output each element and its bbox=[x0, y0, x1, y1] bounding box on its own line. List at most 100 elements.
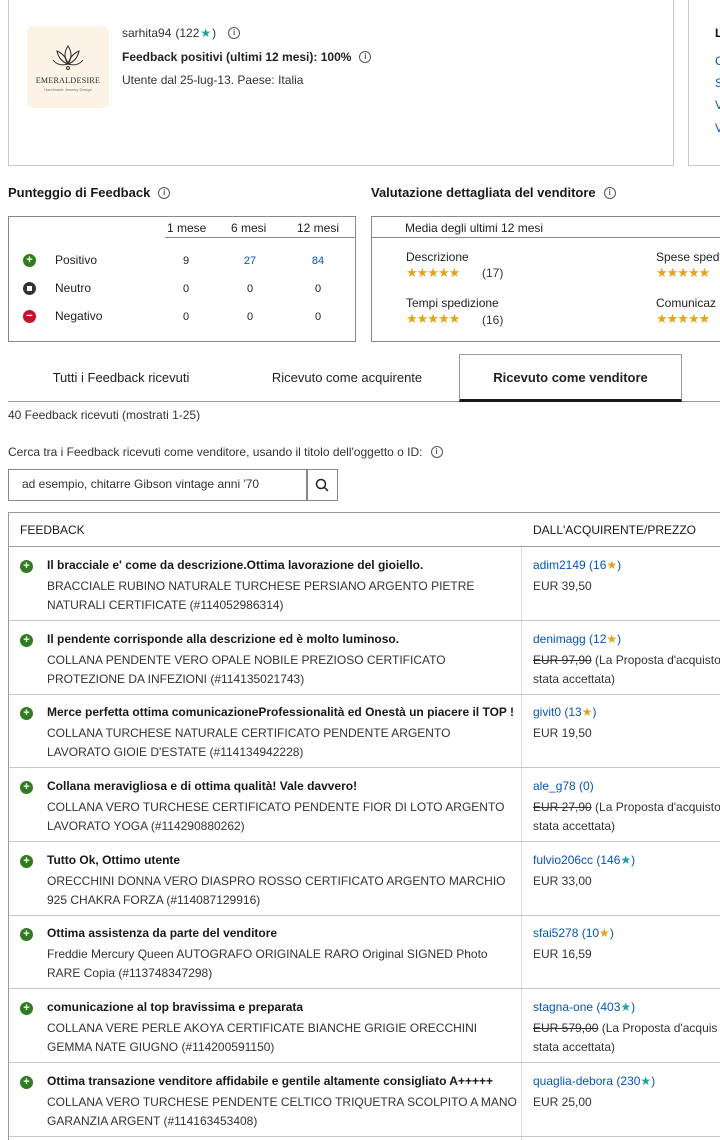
logo-brand: EMERALDESIRE bbox=[35, 76, 101, 85]
right-side-card: L C S V V bbox=[688, 0, 720, 166]
rating-label-communication: Comunicaz bbox=[656, 296, 717, 310]
ratings-period-header: Media degli ultimi 12 mesi bbox=[405, 221, 544, 235]
buyer-name[interactable]: quaglia-debora (230★) bbox=[533, 1074, 655, 1088]
buyer-name[interactable]: givit0 (13★) bbox=[533, 705, 596, 719]
item-title[interactable]: COLLANA VERO TURCHESE CERTIFICATO PENDEN… bbox=[47, 798, 517, 836]
item-title[interactable]: ORECCHINI DONNA VERO DIASPRO ROSSO CERTI… bbox=[47, 872, 517, 910]
rating-star-icon: ★ bbox=[640, 1074, 652, 1088]
rating-star-icon: ★ bbox=[606, 558, 618, 572]
seller-name-line: sarhita94 (122 ★) i bbox=[122, 26, 241, 40]
neutral-label: Neutro bbox=[55, 281, 92, 295]
rating-star-icon: ★ bbox=[620, 1000, 632, 1014]
positive-icon: + bbox=[20, 560, 33, 573]
search-icon bbox=[315, 478, 329, 492]
buyer-name[interactable]: fulvio206cc (146★) bbox=[533, 853, 635, 867]
seller-name[interactable]: sarhita94 bbox=[122, 26, 171, 40]
info-icon[interactable]: i bbox=[603, 186, 616, 199]
info-icon[interactable]: i bbox=[430, 446, 443, 458]
lotus-icon bbox=[52, 45, 84, 70]
five-stars-icon: ★★★★★ bbox=[656, 311, 710, 326]
positive-label: Positivo bbox=[55, 253, 98, 267]
tab-as-seller[interactable]: Ricevuto come venditore bbox=[459, 354, 682, 402]
negative-icon: − bbox=[23, 310, 36, 323]
column-header-12-months: 12 mesi bbox=[297, 221, 340, 235]
detailed-ratings-table: Media degli ultimi 12 mesi Descrizione ★… bbox=[371, 216, 720, 342]
price-cell: EUR 39,50 bbox=[533, 577, 720, 596]
tab-all-feedback[interactable]: Tutti i Feedback ricevuti bbox=[8, 354, 234, 400]
item-price: EUR 25,00 bbox=[533, 1095, 592, 1109]
item-title[interactable]: BRACCIALE RUBINO NATURALE TURCHESE PERSI… bbox=[47, 577, 517, 615]
right-card-link[interactable]: V bbox=[715, 121, 720, 135]
list-header: FEEDBACK DALL'ACQUIRENTE/PREZZO bbox=[9, 513, 720, 547]
original-price: EUR 579,00 bbox=[533, 1021, 599, 1035]
positive-1-month: 9 bbox=[182, 255, 190, 267]
tab-as-buyer[interactable]: Ricevuto come acquirente bbox=[234, 354, 460, 400]
info-icon[interactable]: i bbox=[158, 186, 171, 199]
rating-label-shipping-time: Tempi spedizione bbox=[406, 296, 499, 310]
price-cell: EUR 25,00 bbox=[533, 1093, 720, 1112]
feedback-row: + Merce perfetta ottima comunicazioneProf… bbox=[9, 694, 720, 768]
price-cell: EUR 579,00 (La Proposta d'acquis stata ac… bbox=[533, 1019, 720, 1057]
info-icon[interactable]: i bbox=[228, 27, 241, 39]
right-card-link[interactable]: V bbox=[715, 98, 720, 112]
rating-star-icon: ★ bbox=[599, 926, 610, 940]
feedback-score-title: Punteggio di Feedback i bbox=[8, 185, 171, 200]
price-cell: EUR 19,50 bbox=[533, 724, 720, 743]
feedback-tabs: Tutti i Feedback ricevuti Ricevuto come … bbox=[8, 354, 720, 402]
column-header-1-month: 1 mese bbox=[167, 221, 207, 235]
item-title[interactable]: Freddie Mercury Queen AUTOGRAFO ORIGINAL… bbox=[47, 945, 517, 983]
negative-6-months: 0 bbox=[246, 311, 254, 323]
search-button[interactable] bbox=[306, 469, 338, 501]
right-card-link[interactable]: C bbox=[715, 54, 720, 68]
feedback-row: + Collana meravigliosa e di ottima qualit… bbox=[9, 768, 720, 842]
rating-count-description: (17) bbox=[482, 266, 504, 280]
buyer-name[interactable]: ale_g78 (0) bbox=[533, 779, 594, 793]
negative-label: Negativo bbox=[55, 309, 103, 323]
feedback-comment: Merce perfetta ottima comunicazioneProfe… bbox=[47, 705, 515, 719]
negative-1-month: 0 bbox=[182, 311, 190, 323]
rating-star-icon: ★ bbox=[620, 853, 632, 867]
feedback-row: + comunicazione al top bravissima e prepa… bbox=[9, 989, 720, 1063]
offer-note-end: stata accettata) bbox=[533, 672, 616, 686]
feedback-comment: comunicazione al top bravissima e prepar… bbox=[47, 1000, 304, 1014]
positive-icon: + bbox=[20, 1076, 33, 1089]
feedback-comment: Collana meravigliosa e di ottima qualità… bbox=[47, 779, 358, 793]
positive-12-months[interactable]: 84 bbox=[303, 255, 333, 267]
offer-note: (La Proposta d'acquis bbox=[601, 1021, 718, 1035]
item-title[interactable]: COLLANA VERE PERLE AKOYA CERTIFICATE BIA… bbox=[47, 1019, 517, 1057]
feedback-row: + Il bracciale e' come da descrizione.Ott… bbox=[9, 547, 720, 621]
feedback-row: + Ottima assistenza da parte del venditor… bbox=[9, 915, 720, 989]
positive-icon: + bbox=[20, 781, 33, 794]
item-title[interactable]: COLLANA VERO TURCHESE PENDENTE CELTICO T… bbox=[47, 1093, 517, 1131]
price-cell: EUR 16,59 bbox=[533, 945, 720, 964]
five-stars-icon: ★★★★★ bbox=[406, 311, 460, 326]
feedback-comment: Il bracciale e' come da descrizione.Otti… bbox=[47, 558, 424, 572]
price-cell: EUR 27,90 (La Proposta d'acquisto stata a… bbox=[533, 798, 720, 836]
positive-icon: + bbox=[20, 634, 33, 647]
neutral-6-months: 0 bbox=[246, 283, 254, 295]
positive-feedback-line: Feedback positivi (ultimi 12 mesi): 100%… bbox=[122, 50, 372, 64]
feedback-list: FEEDBACK DALL'ACQUIRENTE/PREZZO + Il brac… bbox=[8, 512, 720, 1140]
item-title[interactable]: COLLANA PENDENTE VERO OPALE NOBILE PREZI… bbox=[47, 651, 517, 689]
detailed-ratings-title: Valutazione dettagliata del venditore i bbox=[371, 185, 616, 200]
search-input[interactable]: ad esempio, chitarre Gibson vintage anni… bbox=[8, 469, 308, 501]
positive-6-months[interactable]: 27 bbox=[235, 255, 265, 267]
right-card-heading: L bbox=[715, 26, 720, 40]
right-card-link[interactable]: S bbox=[715, 76, 720, 90]
buyer-name[interactable]: adim2149 (16★) bbox=[533, 558, 621, 572]
original-price: EUR 97,90 bbox=[533, 653, 592, 667]
five-stars-icon: ★★★★★ bbox=[656, 265, 710, 280]
rating-count-shipping-time: (16) bbox=[482, 313, 504, 327]
offer-note-end: stata accettata) bbox=[533, 819, 616, 833]
item-title[interactable]: COLLANA TURCHESE NATURALE CERTIFICATO PE… bbox=[47, 724, 517, 762]
neutral-12-months: 0 bbox=[314, 283, 322, 295]
offer-note: (La Proposta d'acquisto bbox=[595, 800, 720, 814]
price-cell: EUR 97,90 (La Proposta d'acquisto stata a… bbox=[533, 651, 720, 689]
buyer-name[interactable]: stagna-one (403★) bbox=[533, 1000, 635, 1014]
store-logo[interactable]: EMERALDESIRE Handmade Jewelry Design bbox=[27, 26, 109, 108]
feedback-count: 40 Feedback ricevuti (mostrati 1-25) bbox=[8, 408, 201, 422]
buyer-name[interactable]: sfai5278 (10★) bbox=[533, 926, 614, 940]
buyer-name[interactable]: denimagg (12★) bbox=[533, 632, 621, 646]
original-price: EUR 27,90 bbox=[533, 800, 592, 814]
info-icon[interactable]: i bbox=[359, 51, 372, 63]
